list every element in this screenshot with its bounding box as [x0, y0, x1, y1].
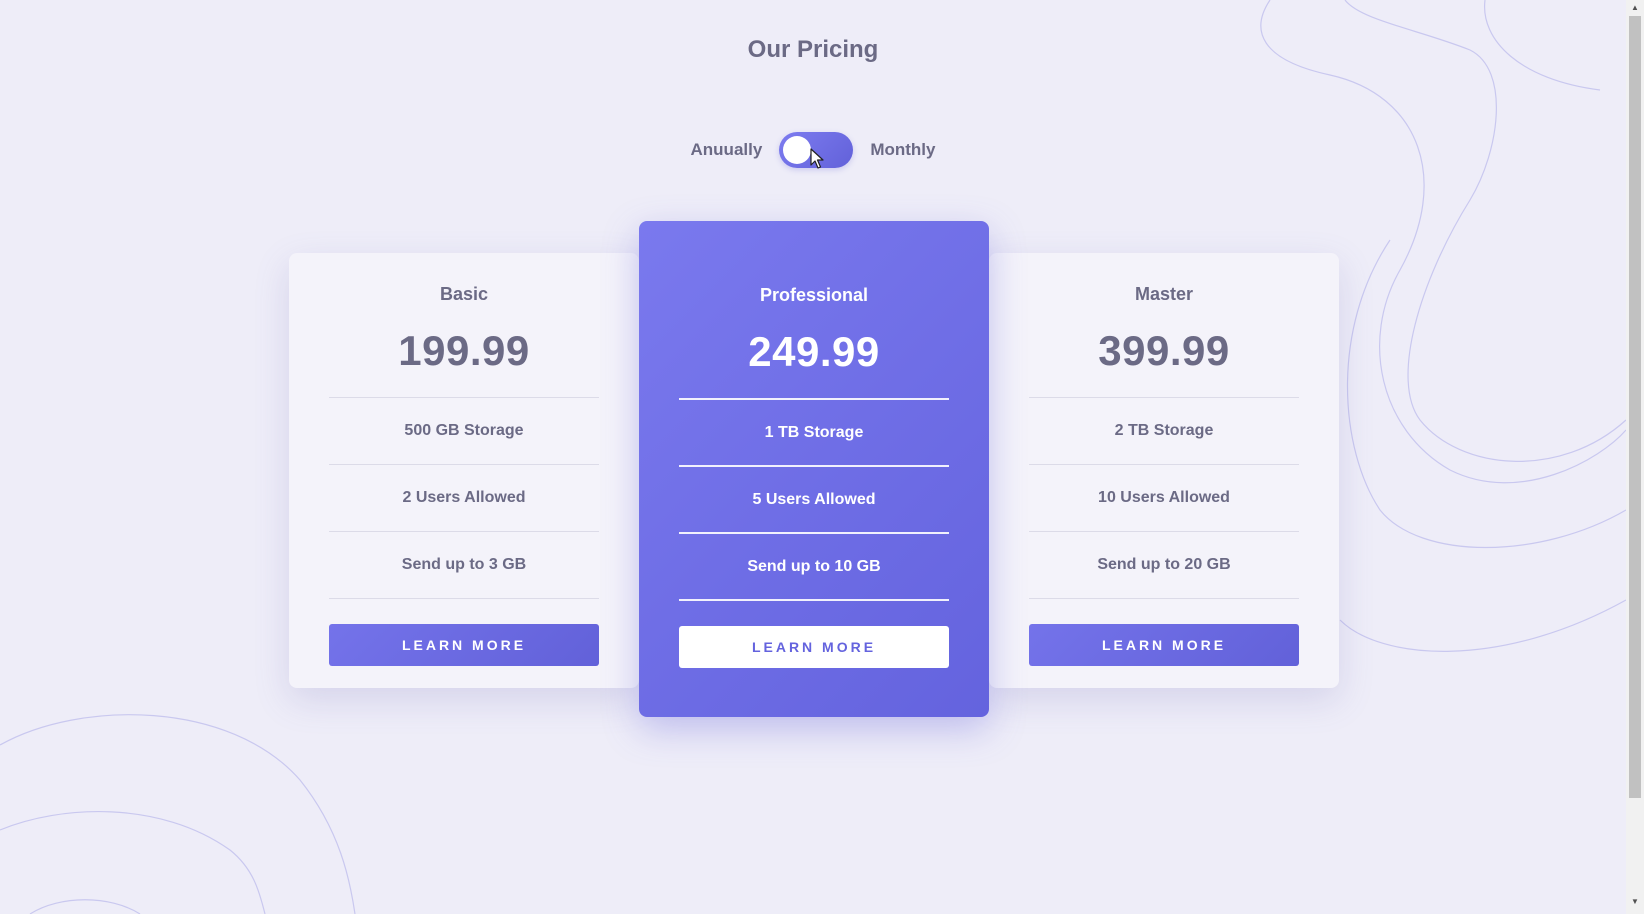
plan-price: 249.99 [748, 328, 880, 375]
feature-list: 1 TB Storage 5 Users Allowed Send up to … [679, 398, 949, 601]
plan-name: Professional [759, 285, 869, 305]
scrollbar-thumb[interactable] [1629, 16, 1641, 798]
vertical-scrollbar[interactable]: ▲ ▼ [1626, 0, 1644, 914]
feature-send-limit: Send up to 3 GB [329, 531, 599, 599]
feature-users: 10 Users Allowed [1029, 464, 1299, 531]
pricing-card-master: Master 399.99 2 TB Storage 10 Users Allo… [989, 253, 1339, 688]
pricing-card-basic: Basic 199.99 500 GB Storage 2 Users Allo… [289, 253, 639, 688]
feature-storage: 1 TB Storage [679, 398, 949, 465]
feature-users: 5 Users Allowed [679, 465, 949, 532]
learn-more-button-professional[interactable]: LEARN MORE [679, 626, 949, 668]
feature-list: 2 TB Storage 10 Users Allowed Send up to… [1029, 397, 1299, 599]
toggle-label-monthly[interactable]: Monthly [870, 140, 935, 160]
feature-storage: 500 GB Storage [329, 397, 599, 464]
toggle-label-annually[interactable]: Anuually [691, 140, 763, 160]
learn-more-button-basic[interactable]: LEARN MORE [329, 624, 599, 666]
plan-name: Master [1134, 284, 1194, 304]
scroll-up-arrow-icon[interactable]: ▲ [1626, 0, 1644, 16]
page-title: Our Pricing [747, 36, 879, 63]
plan-price: 399.99 [1098, 327, 1230, 374]
scroll-down-arrow-icon[interactable]: ▼ [1626, 894, 1644, 910]
plan-price: 199.99 [398, 327, 530, 374]
pricing-card-professional: Professional 249.99 1 TB Storage 5 Users… [639, 221, 989, 717]
feature-send-limit: Send up to 20 GB [1029, 531, 1299, 599]
learn-more-button-master[interactable]: LEARN MORE [1029, 624, 1299, 666]
toggle-knob[interactable] [783, 136, 812, 164]
feature-send-limit: Send up to 10 GB [679, 532, 949, 601]
feature-storage: 2 TB Storage [1029, 397, 1299, 464]
billing-toggle-switch[interactable] [779, 132, 854, 168]
plan-name: Basic [439, 284, 489, 304]
feature-list: 500 GB Storage 2 Users Allowed Send up t… [329, 397, 599, 599]
feature-users: 2 Users Allowed [329, 464, 599, 531]
billing-toggle: Anuually Monthly [0, 130, 1626, 170]
